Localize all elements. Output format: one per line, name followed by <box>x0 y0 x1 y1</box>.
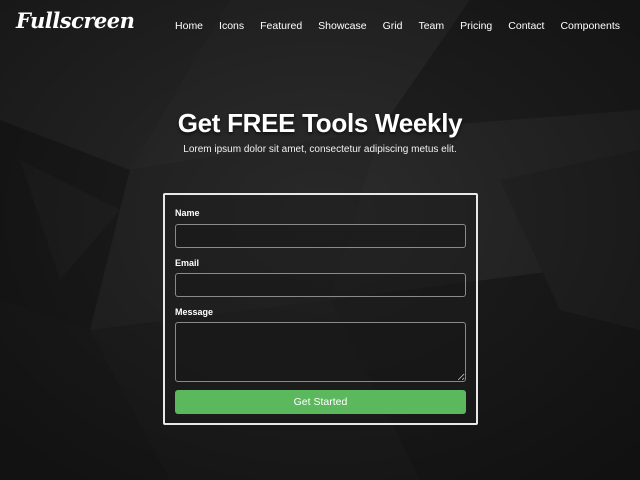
name-input[interactable] <box>175 224 466 248</box>
name-label: Name <box>175 208 200 218</box>
nav-link-showcase[interactable]: Showcase <box>318 20 366 32</box>
message-label: Message <box>175 307 214 317</box>
hero-title: Get FREE Tools Weekly <box>177 108 463 138</box>
top-navbar: Fullscreen Home Icons Featured Showcase … <box>0 0 640 46</box>
nav-link-icons[interactable]: Icons <box>219 20 244 32</box>
get-started-button[interactable]: Get Started <box>175 390 466 414</box>
nav-link-contact[interactable]: Contact <box>508 20 544 32</box>
brand-logo[interactable]: Fullscreen <box>16 8 135 33</box>
signup-form: Name Email Message Get Started <box>163 193 478 425</box>
email-input[interactable] <box>175 273 466 297</box>
nav-link-featured[interactable]: Featured <box>260 20 302 32</box>
nav-link-components[interactable]: Components <box>560 20 620 32</box>
hero-subtitle: Lorem ipsum dolor sit amet, consectetur … <box>183 144 457 155</box>
nav-link-pricing[interactable]: Pricing <box>460 20 492 32</box>
nav-link-team[interactable]: Team <box>418 20 444 32</box>
message-textarea[interactable] <box>175 322 466 382</box>
nav-menu: Home Icons Featured Showcase Grid Team P… <box>175 16 620 34</box>
nav-link-home[interactable]: Home <box>175 20 203 32</box>
nav-link-grid[interactable]: Grid <box>383 20 403 32</box>
email-label: Email <box>175 258 200 268</box>
